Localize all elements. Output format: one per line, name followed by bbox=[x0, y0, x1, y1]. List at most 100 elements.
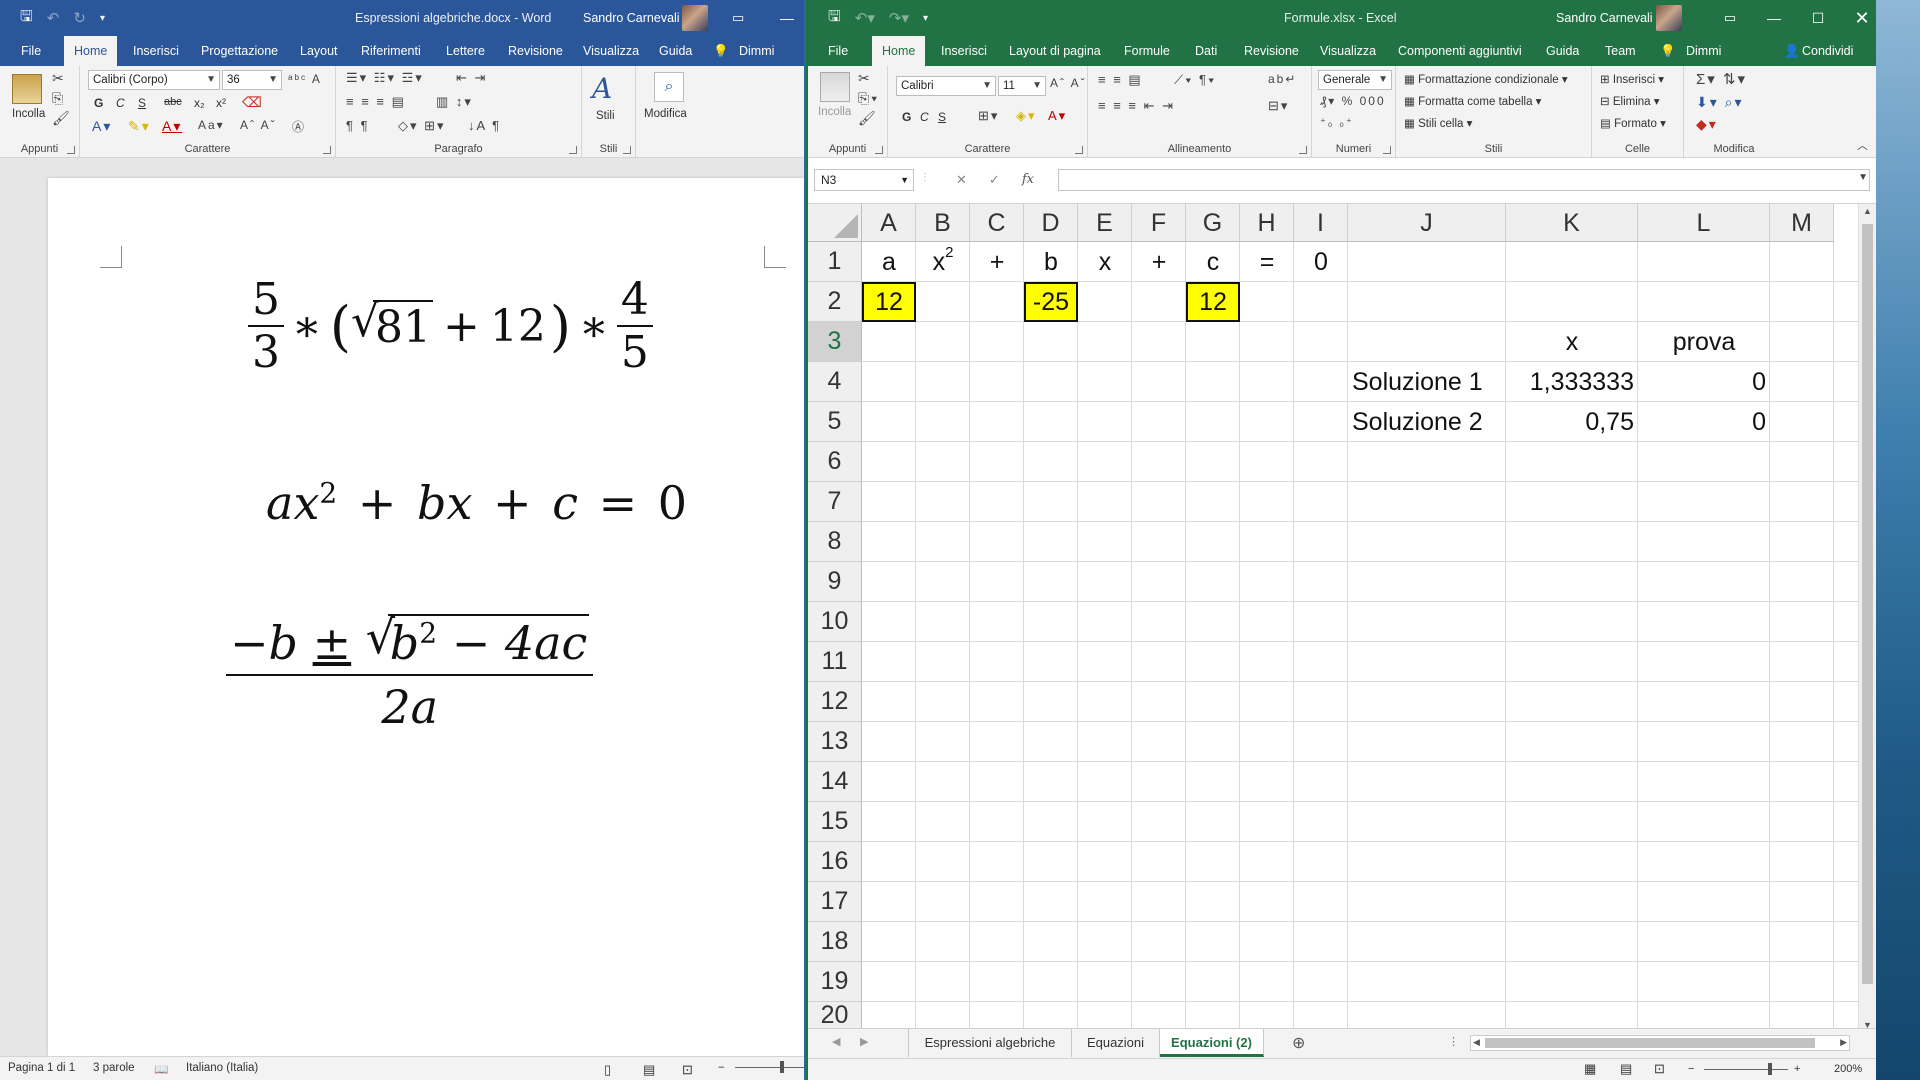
sheet-tab-espressioni[interactable]: Espressioni algebriche bbox=[908, 1029, 1072, 1057]
word-superscript-button[interactable]: x² bbox=[216, 96, 226, 110]
format-as-table-button[interactable]: ▦ Formatta come tabella ▾ bbox=[1404, 94, 1541, 108]
excel-tab-file[interactable]: File bbox=[828, 36, 848, 66]
currency-percent-icon[interactable]: ₰▾ % 000 bbox=[1320, 94, 1386, 108]
ribbon-display-options-icon[interactable]: ▭ bbox=[1708, 0, 1752, 36]
row-header-13[interactable]: 13 bbox=[808, 722, 862, 762]
word-tab-insert[interactable]: Inserisci bbox=[133, 36, 179, 66]
find-icon[interactable]: ⌕ bbox=[654, 72, 684, 102]
print-layout-icon[interactable]: ▤ bbox=[643, 1062, 655, 1078]
cell-k4[interactable]: 1,333333 bbox=[1506, 362, 1638, 402]
number-launcher-icon[interactable] bbox=[1383, 146, 1391, 154]
cell-i1[interactable]: 0 bbox=[1294, 242, 1348, 282]
excel-font-size-combo[interactable]: 11 ▼ bbox=[998, 76, 1046, 96]
cut-icon[interactable]: ✂ bbox=[52, 70, 66, 87]
customize-qat-icon[interactable]: ▾ bbox=[923, 13, 928, 24]
zoom-out-icon[interactable]: − bbox=[718, 1062, 725, 1074]
align-icon[interactable]: ≡ ≡ ≡ ▤ bbox=[346, 94, 406, 110]
text-effects-icon[interactable]: A▾ bbox=[92, 118, 112, 135]
word-font-name-combo[interactable]: Calibri (Corpo) ▼ bbox=[88, 70, 220, 90]
redo-icon[interactable]: ↷▾ bbox=[889, 9, 909, 27]
equation-fraction-expression[interactable]: 53 ∗ ( √ 81 + 12 ) ∗ 45 bbox=[248, 274, 653, 378]
column-header-g[interactable]: G bbox=[1186, 204, 1240, 242]
scroll-left-icon[interactable]: ◀ bbox=[1473, 1037, 1480, 1048]
row-header-7[interactable]: 7 bbox=[808, 482, 862, 522]
cell-j4[interactable]: Soluzione 1 bbox=[1348, 362, 1506, 402]
scroll-right-icon[interactable]: ▶ bbox=[1840, 1037, 1847, 1048]
row-header-9[interactable]: 9 bbox=[808, 562, 862, 602]
formula-input[interactable] bbox=[1058, 169, 1870, 191]
horizontal-scroll-thumb[interactable] bbox=[1485, 1038, 1815, 1048]
excel-paste-button[interactable]: Incolla bbox=[818, 106, 851, 118]
conditional-formatting-button[interactable]: ▦ Formattazione condizionale ▾ bbox=[1404, 72, 1568, 86]
insert-cells-button[interactable]: ⊞ Inserisci ▾ bbox=[1600, 72, 1664, 86]
excel-minimize-button[interactable]: — bbox=[1752, 0, 1796, 36]
horizontal-scrollbar[interactable]: ◀ ▶ bbox=[1470, 1035, 1850, 1051]
excel-zoom-slider[interactable] bbox=[1704, 1069, 1788, 1070]
word-page[interactable]: 53 ∗ ( √ 81 + 12 ) ∗ 45 ax2 + bx + c = 0 … bbox=[48, 178, 804, 1056]
row-header-2[interactable]: 2 bbox=[808, 282, 862, 322]
column-header-m[interactable]: M bbox=[1770, 204, 1834, 242]
word-user-avatar[interactable] bbox=[682, 5, 708, 31]
word-tab-tell-me[interactable]: Dimmi bbox=[739, 36, 774, 66]
excel-close-button[interactable]: ✕ bbox=[1840, 0, 1876, 36]
font-color-icon[interactable]: A▾ bbox=[1048, 108, 1067, 124]
sort-icon[interactable]: ↓A ¶ bbox=[468, 118, 501, 133]
word-editing-button[interactable]: Modifica bbox=[644, 108, 687, 120]
add-sheet-icon[interactable]: ⊕ bbox=[1292, 1033, 1305, 1053]
font-launcher-icon[interactable] bbox=[323, 146, 331, 154]
excel-tab-page-layout[interactable]: Layout di pagina bbox=[1009, 36, 1101, 66]
excel-user-avatar[interactable] bbox=[1656, 5, 1682, 31]
word-tab-help[interactable]: Guida bbox=[659, 36, 692, 66]
word-strikethrough-button[interactable]: abc bbox=[164, 96, 182, 108]
column-header-f[interactable]: F bbox=[1132, 204, 1186, 242]
paste-icon[interactable] bbox=[820, 72, 850, 102]
cell-h1[interactable]: = bbox=[1240, 242, 1294, 282]
horizontal-align-icon[interactable]: ≡ ≡ ≡ ⇤ ⇥ bbox=[1098, 98, 1175, 114]
save-icon[interactable]: 🖫 bbox=[20, 6, 33, 31]
delete-cells-button[interactable]: ⊟ Elimina ▾ bbox=[1600, 94, 1660, 108]
word-tab-review[interactable]: Revisione bbox=[508, 36, 563, 66]
share-icon[interactable]: 👤 bbox=[1784, 36, 1800, 66]
clear-icon[interactable]: ◆▾ bbox=[1696, 116, 1718, 133]
excel-underline-button[interactable]: S bbox=[938, 110, 946, 124]
excel-tab-addins[interactable]: Componenti aggiuntivi bbox=[1398, 36, 1522, 66]
expand-formula-bar-icon[interactable]: ▼ bbox=[1858, 172, 1868, 183]
word-tab-mailings[interactable]: Lettere bbox=[446, 36, 485, 66]
collapse-ribbon-icon[interactable]: ︿ bbox=[1857, 137, 1868, 153]
cell-a1[interactable]: a bbox=[862, 242, 916, 282]
fill-icon[interactable]: ⬇▾ ⌕▾ bbox=[1696, 94, 1744, 111]
insert-function-icon[interactable]: fx bbox=[1022, 169, 1034, 191]
cell-k5[interactable]: 0,75 bbox=[1506, 402, 1638, 442]
excel-tab-view[interactable]: Visualizza bbox=[1320, 36, 1376, 66]
word-user-name[interactable]: Sandro Carnevali bbox=[583, 0, 680, 36]
customize-qat-icon[interactable]: ▾ bbox=[100, 13, 105, 24]
zoom-out-icon[interactable]: − bbox=[1688, 1063, 1694, 1075]
column-header-d[interactable]: D bbox=[1024, 204, 1078, 242]
row-header-11[interactable]: 11 bbox=[808, 642, 862, 682]
row-header-3[interactable]: 3 bbox=[808, 322, 862, 362]
row-header-4[interactable]: 4 bbox=[808, 362, 862, 402]
row-header-14[interactable]: 14 bbox=[808, 762, 862, 802]
cell-f1[interactable]: + bbox=[1132, 242, 1186, 282]
word-subscript-button[interactable]: x₂ bbox=[194, 96, 205, 110]
grow-font-icon[interactable]: Aˆ Aˇ bbox=[240, 118, 277, 132]
orientation-icon[interactable]: ⟋▾ ¶▾ bbox=[1174, 72, 1216, 88]
row-header-17[interactable]: 17 bbox=[808, 882, 862, 922]
column-header-c[interactable]: C bbox=[970, 204, 1024, 242]
scroll-up-icon[interactable]: ▲ bbox=[1863, 206, 1872, 216]
columns-icon[interactable]: ▥ ↕▾ bbox=[436, 94, 473, 110]
excel-number-format-combo[interactable]: Generale ▼ bbox=[1318, 70, 1392, 90]
clipboard-launcher-icon[interactable] bbox=[67, 146, 75, 154]
change-case-aa-icon[interactable]: Aa▾ bbox=[198, 118, 225, 132]
row-header-1[interactable]: 1 bbox=[808, 242, 862, 282]
word-tab-file[interactable]: File bbox=[21, 36, 41, 66]
wrap-text-icon[interactable]: ab↵ bbox=[1268, 72, 1297, 86]
cell-styles-button[interactable]: ▦ Stili cella ▾ bbox=[1404, 116, 1472, 130]
fill-color-icon[interactable]: ◈▾ bbox=[1016, 108, 1037, 124]
word-zoom-slider[interactable] bbox=[735, 1067, 804, 1068]
cell-a2[interactable]: 12 bbox=[862, 282, 916, 322]
word-tab-design[interactable]: Progettazione bbox=[201, 36, 278, 66]
excel-share-button[interactable]: Condividi bbox=[1802, 36, 1853, 66]
word-font-size-combo[interactable]: 36 ▼ bbox=[222, 70, 282, 90]
autosum-icon[interactable]: Σ▾ ⇅▾ bbox=[1696, 70, 1747, 88]
